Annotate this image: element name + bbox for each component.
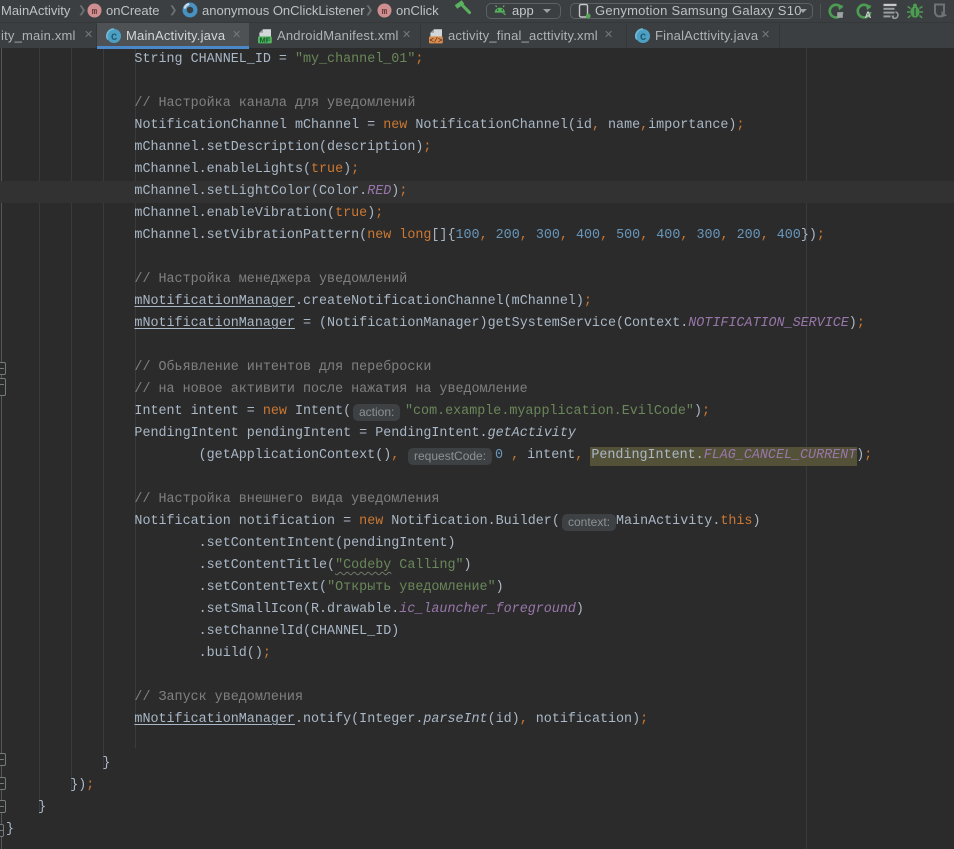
svg-text:m: m [382,7,388,17]
svg-text:A: A [865,10,872,20]
svg-text:</>: </> [430,38,443,45]
svg-text:C: C [111,32,118,44]
svg-text:C: C [640,32,647,44]
svg-text:MF: MF [259,35,270,44]
svg-text:m: m [92,7,98,17]
